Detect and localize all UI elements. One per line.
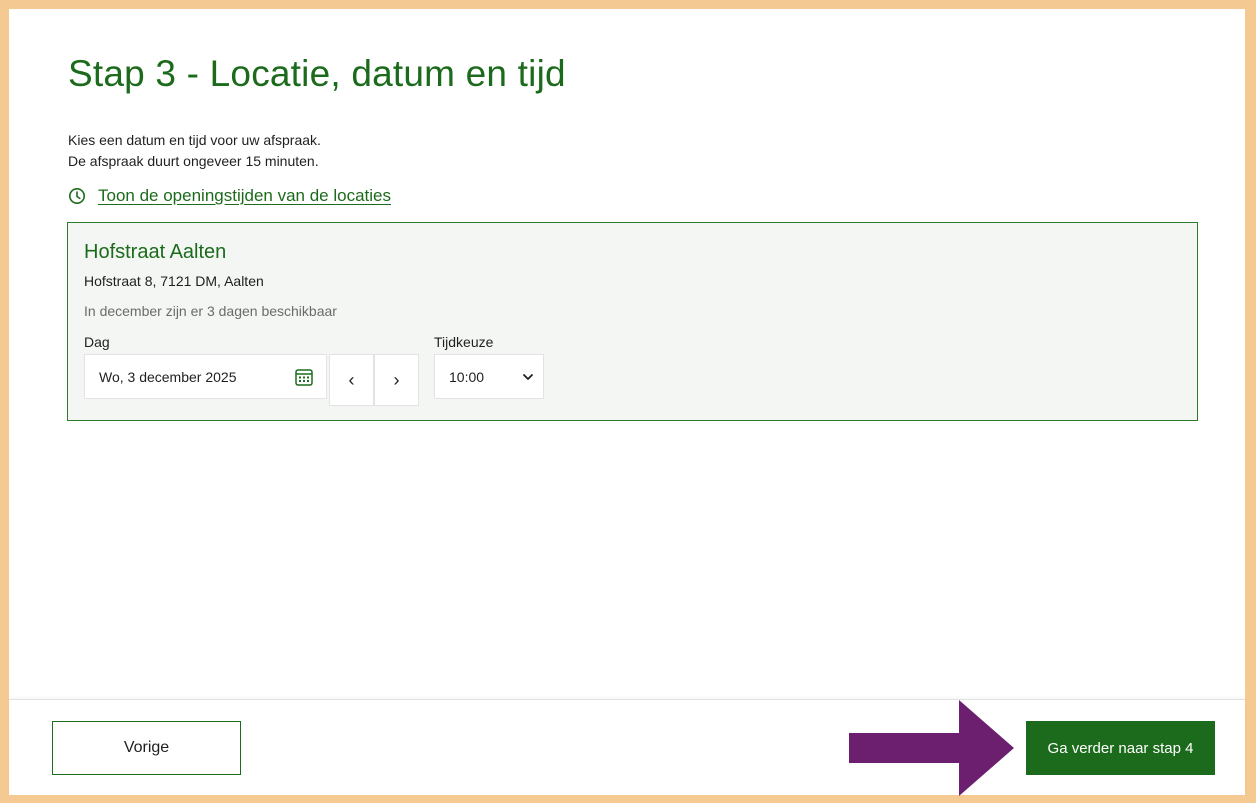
next-step-button[interactable]: Ga verder naar stap 4 bbox=[1026, 721, 1215, 775]
chevron-left-icon: ‹ bbox=[348, 369, 355, 390]
availability-text: In december zijn er 3 dagen beschikbaar bbox=[84, 303, 337, 319]
arrow-right-icon bbox=[849, 700, 1014, 796]
time-select-value: 10:00 bbox=[449, 368, 485, 385]
intro-line-date-time: Kies een datum en tijd voor uw afspraak. bbox=[68, 132, 321, 148]
main-content: Stap 3 - Locatie, datum en tijd Kies een… bbox=[9, 9, 1245, 699]
chevron-down-icon bbox=[521, 370, 535, 384]
clock-icon bbox=[68, 187, 86, 205]
page-frame: Stap 3 - Locatie, datum en tijd Kies een… bbox=[9, 9, 1245, 795]
previous-day-button[interactable]: ‹ bbox=[329, 354, 374, 406]
opening-hours-link-label[interactable]: Toon de openingstijden van de locaties bbox=[98, 186, 391, 206]
calendar-icon[interactable] bbox=[294, 367, 314, 387]
footer-bar: Vorige Ga verder naar stap 4 bbox=[9, 699, 1245, 795]
date-field[interactable]: Wo, 3 december 2025 bbox=[84, 354, 327, 399]
date-field-value: Wo, 3 december 2025 bbox=[99, 368, 237, 385]
day-label: Dag bbox=[84, 334, 110, 350]
intro-text: Kies een datum en tijd voor uw afspraak.… bbox=[68, 130, 321, 172]
previous-step-button[interactable]: Vorige bbox=[52, 721, 241, 775]
location-name: Hofstraat Aalten bbox=[84, 241, 227, 263]
time-label: Tijdkeuze bbox=[434, 334, 494, 350]
opening-hours-link[interactable]: Toon de openingstijden van de locaties bbox=[68, 186, 391, 206]
time-select[interactable]: 10:00 bbox=[434, 354, 544, 399]
location-card: Hofstraat Aalten Hofstraat 8, 7121 DM, A… bbox=[67, 222, 1198, 421]
next-day-button[interactable]: › bbox=[374, 354, 419, 406]
chevron-right-icon: › bbox=[393, 369, 400, 390]
page-title: Stap 3 - Locatie, datum en tijd bbox=[68, 53, 566, 94]
intro-line-duration: De afspraak duurt ongeveer 15 minuten. bbox=[68, 153, 319, 169]
location-address: Hofstraat 8, 7121 DM, Aalten bbox=[84, 273, 264, 289]
